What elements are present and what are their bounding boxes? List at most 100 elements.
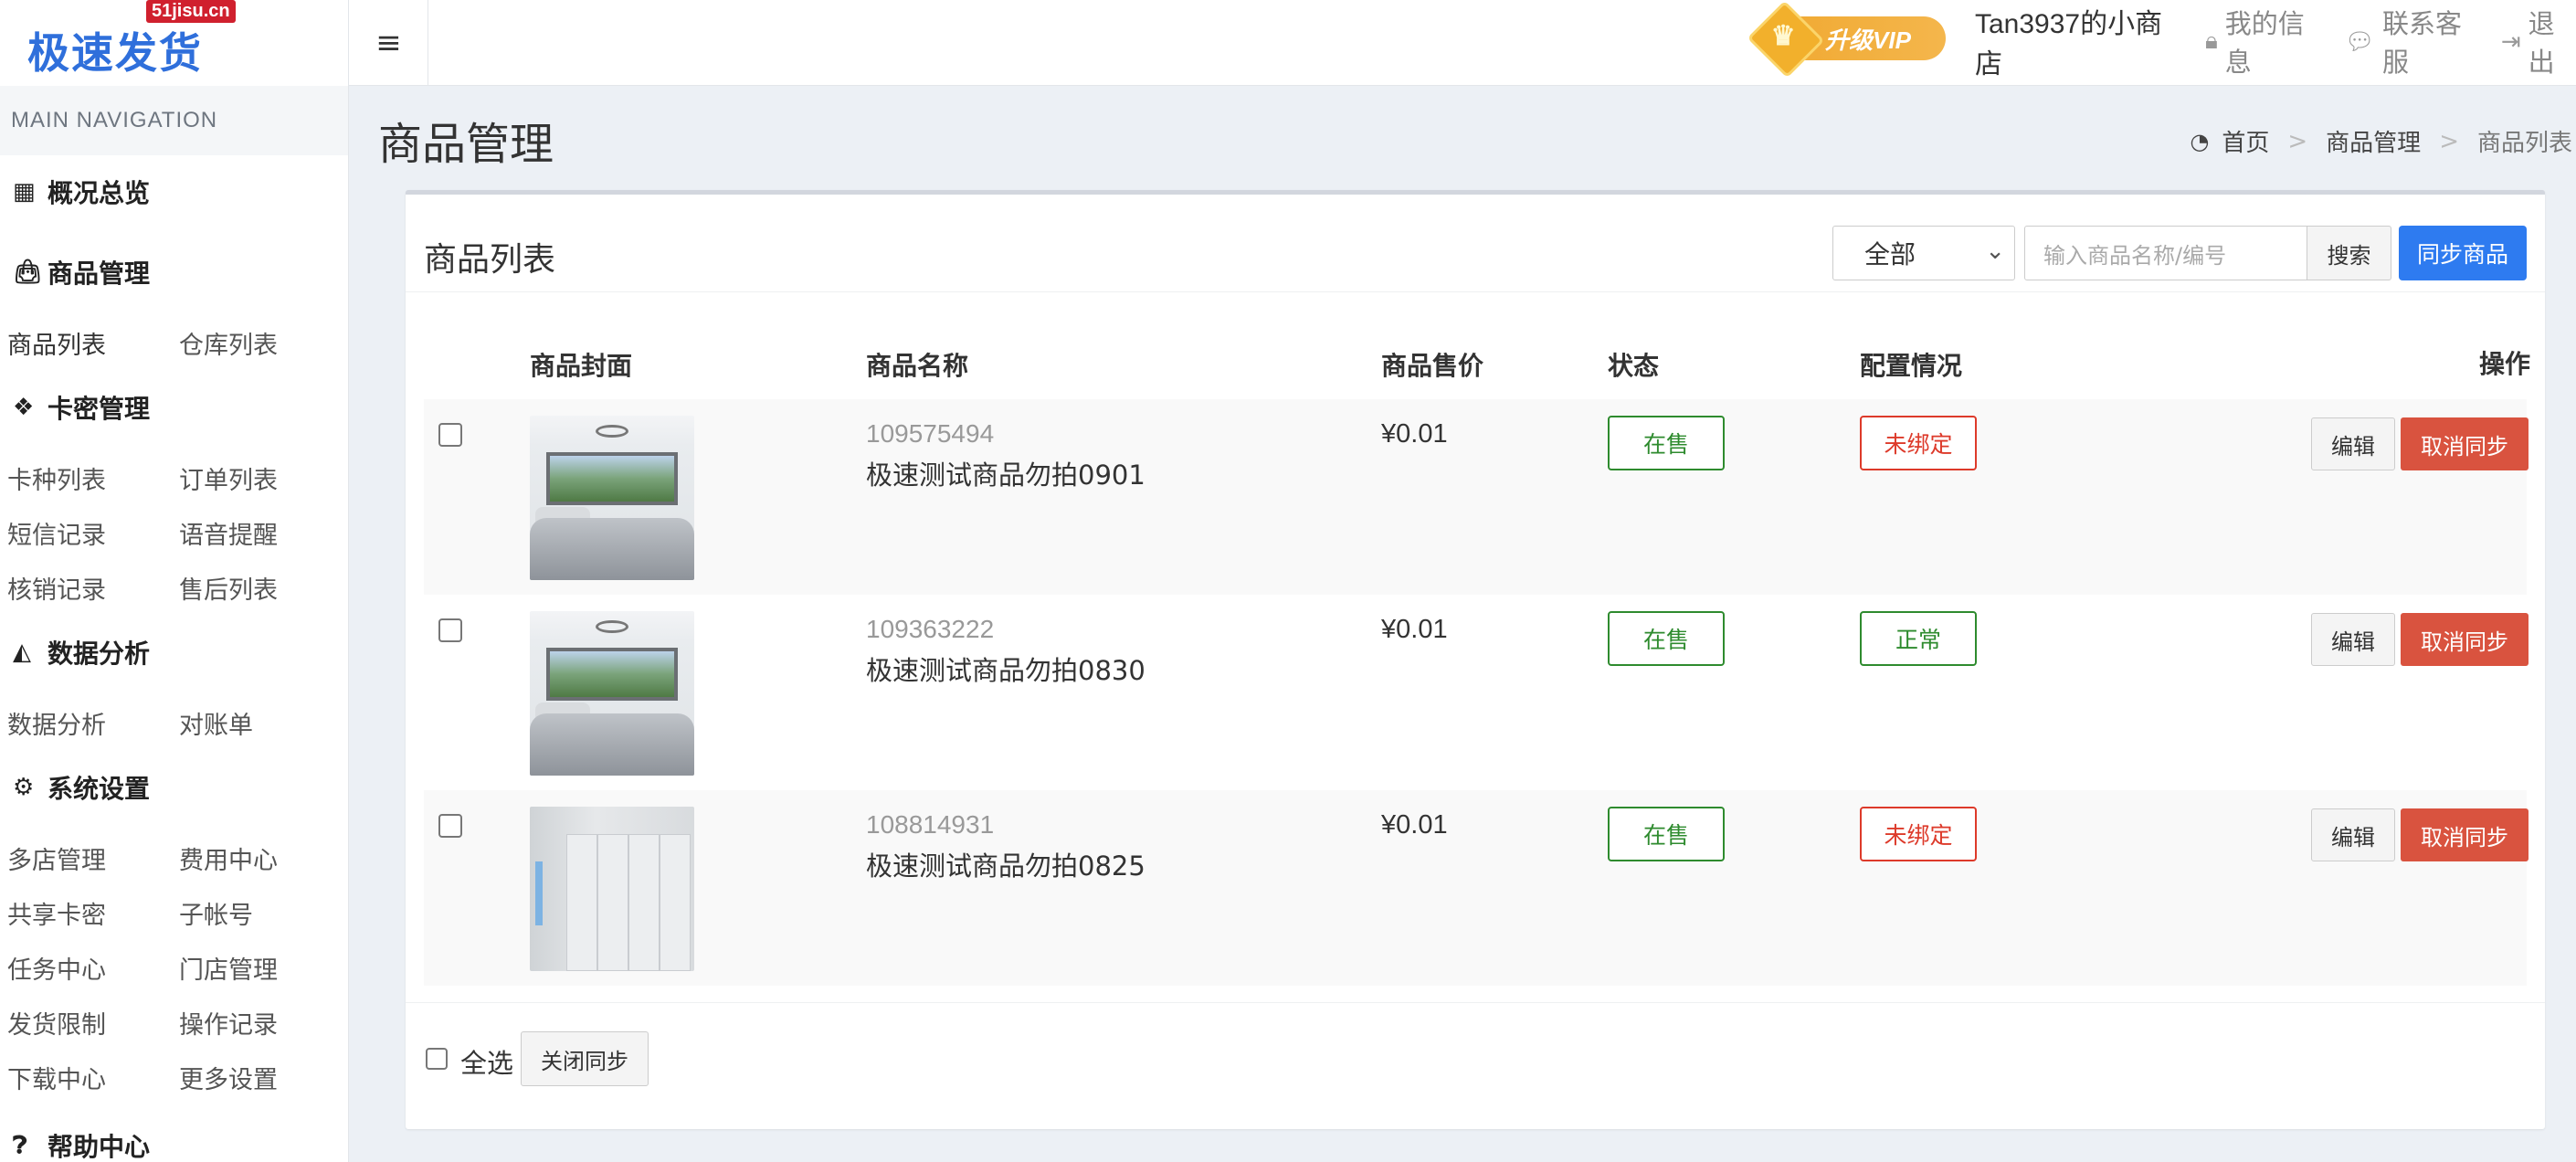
sidebar-item-card-types[interactable]: 卡种列表 [7, 460, 106, 496]
lock-icon: 🔒︎ [2204, 26, 2218, 54]
product-cover-image [530, 416, 694, 580]
sidebar-item-billing[interactable]: 费用中心 [179, 840, 278, 876]
status-badge: 在售 [1608, 416, 1725, 470]
logout-link[interactable]: ⇥ 退出 [2501, 3, 2576, 79]
sidebar-section-label: 数据分析 [48, 639, 151, 669]
sidebar-item-warehouse-list[interactable]: 仓库列表 [179, 325, 278, 361]
my-info-link[interactable]: 🔒︎ 我的信息 [2205, 3, 2323, 79]
breadcrumb-current: 商品列表 [2476, 130, 2572, 157]
divider [406, 1002, 2545, 1003]
panel-title: 商品列表 [424, 241, 556, 279]
status-badge: 在售 [1608, 611, 1725, 666]
question-circle-icon: ❓︎ [13, 1131, 27, 1159]
column-header-actions: 操作 [2479, 349, 2531, 379]
row-checkbox[interactable] [438, 618, 462, 642]
my-info-label: 我的信息 [2224, 10, 2305, 78]
sidebar-item-orders[interactable]: 订单列表 [179, 460, 278, 496]
product-name: 极速测试商品勿拍0901 [866, 460, 1145, 491]
product-name: 极速测试商品勿拍0825 [866, 850, 1145, 882]
sidebar-item-overview[interactable]: ▦ 概况总览 [13, 174, 150, 210]
cancel-sync-button[interactable]: 取消同步 [2401, 808, 2528, 861]
logo-text: 极速发货 [27, 28, 203, 78]
status-badge: 在售 [1608, 807, 1725, 861]
sidebar: MAIN NAVIGATION ▦ 概况总览 👜︎ 商品管理 商品列表 仓库列表… [0, 86, 349, 1162]
config-badge: 未绑定 [1860, 807, 1977, 861]
contact-support-link[interactable]: 💬︎ 联系客服 [2345, 3, 2479, 79]
column-header-config: 配置情况 [1860, 351, 1963, 381]
edit-button[interactable]: 编辑 [2311, 613, 2395, 666]
cubes-icon: ❖ [13, 394, 35, 421]
cancel-sync-button[interactable]: 取消同步 [2401, 613, 2528, 666]
search-placeholder: 输入商品名称/编号 [2043, 242, 2227, 269]
edit-button[interactable]: 编辑 [2311, 808, 2395, 861]
vip-label: 升级VIP [1825, 26, 1911, 54]
area-chart-icon: ◭ [13, 639, 31, 666]
sync-goods-button[interactable]: 同步商品 [2399, 226, 2527, 280]
logo[interactable]: 51jisu.cn 极速发货 [0, 0, 349, 86]
product-id: 108814931 [866, 810, 995, 839]
sidebar-section-card[interactable]: ❖ 卡密管理 [13, 389, 150, 426]
breadcrumb-home[interactable]: 首页 [2222, 124, 2269, 158]
breadcrumb-separator: > [2439, 127, 2459, 155]
shop-name[interactable]: Tan3937的小商店 [1975, 1, 2176, 81]
sidebar-section-analytics[interactable]: ◭ 数据分析 [13, 634, 150, 671]
sidebar-item-store-manage[interactable]: 门店管理 [179, 950, 278, 986]
sidebar-item-label: 概况总览 [48, 178, 151, 208]
product-price: ¥0.01 [1381, 419, 1448, 449]
sidebar-item-sub-accounts[interactable]: 子帐号 [179, 895, 253, 931]
product-cover-image [530, 611, 694, 776]
edit-button[interactable]: 编辑 [2311, 417, 2395, 470]
close-sync-button[interactable]: 关闭同步 [521, 1031, 649, 1086]
sidebar-section-label: 卡密管理 [48, 394, 151, 424]
product-cover-image [530, 807, 694, 971]
breadcrumb-goods[interactable]: 商品管理 [2326, 124, 2421, 158]
status-filter-value: 全部 [1864, 239, 1916, 269]
status-filter-select[interactable]: 全部 ⌄ [1832, 226, 2015, 280]
top-header: 51jisu.cn 极速发货 ≡ ♛ 升级VIP Tan3937的小商店 🔒︎ … [0, 0, 2576, 86]
product-price: ¥0.01 [1381, 615, 1448, 644]
search-button[interactable]: 搜索 [2307, 226, 2391, 280]
chat-icon: 💬︎ [2344, 26, 2375, 55]
row-checkbox[interactable] [438, 423, 462, 447]
row-checkbox[interactable] [438, 814, 462, 838]
product-id: 109575494 [866, 419, 995, 448]
cogs-icon: ⚙ [13, 774, 35, 801]
sidebar-item-sms-log[interactable]: 短信记录 [7, 515, 106, 551]
crown-icon: ♛ [1747, 0, 1825, 79]
sidebar-item-after-sales[interactable]: 售后列表 [179, 570, 278, 606]
column-header-status: 状态 [1608, 351, 1660, 381]
breadcrumb-separator: > [2287, 127, 2308, 155]
sidebar-item-verify-log[interactable]: 核销记录 [7, 570, 106, 606]
sidebar-item-downloads[interactable]: 下载中心 [7, 1060, 106, 1095]
sidebar-item-voice-alert[interactable]: 语音提醒 [179, 515, 278, 551]
sidebar-item-goods-list[interactable]: 商品列表 [7, 325, 106, 361]
sidebar-item-data-analysis[interactable]: 数据分析 [7, 705, 106, 741]
chevron-down-icon: ⌄ [1985, 238, 2005, 265]
sidebar-toggle-button[interactable]: ≡ [350, 0, 428, 86]
upgrade-vip-button[interactable]: ♛ 升级VIP [1747, 0, 1946, 79]
sidebar-section-label: 系统设置 [48, 774, 151, 804]
sidebar-item-shared-cards[interactable]: 共享卡密 [7, 895, 106, 931]
search-input[interactable]: 输入商品名称/编号 [2024, 226, 2307, 280]
table-row: 109363222 极速测试商品勿拍0830 ¥0.01 在售 正常 编辑 取消… [424, 595, 2528, 790]
sidebar-heading: MAIN NAVIGATION [0, 86, 348, 155]
sign-out-icon: ⇥ [2500, 26, 2521, 55]
select-all-label[interactable]: 全选 [460, 1042, 513, 1081]
sidebar-item-more-settings[interactable]: 更多设置 [179, 1060, 278, 1095]
sidebar-section-goods[interactable]: 👜︎ 商品管理 [13, 254, 150, 290]
config-badge: 未绑定 [1860, 416, 1977, 470]
select-all-checkbox[interactable] [426, 1048, 448, 1070]
sidebar-item-multi-store[interactable]: 多店管理 [7, 840, 106, 876]
sidebar-section-settings[interactable]: ⚙ 系统设置 [13, 769, 150, 806]
sidebar-item-op-log[interactable]: 操作记录 [179, 1005, 278, 1041]
cancel-sync-button[interactable]: 取消同步 [2401, 417, 2528, 470]
sidebar-item-help[interactable]: ❓︎ 帮助中心 [13, 1127, 150, 1162]
sidebar-item-label: 帮助中心 [48, 1132, 151, 1162]
product-id: 109363222 [866, 615, 995, 643]
table-row: 109575494 极速测试商品勿拍0901 ¥0.01 在售 未绑定 编辑 取… [424, 399, 2528, 595]
breadcrumb: ◔ 首页 > 商品管理 > 商品列表 [2190, 124, 2572, 158]
sidebar-item-task-center[interactable]: 任务中心 [7, 950, 106, 986]
sidebar-item-statement[interactable]: 对账单 [179, 705, 253, 741]
sidebar-item-ship-limit[interactable]: 发货限制 [7, 1005, 106, 1041]
logout-label: 退出 [2528, 10, 2555, 78]
